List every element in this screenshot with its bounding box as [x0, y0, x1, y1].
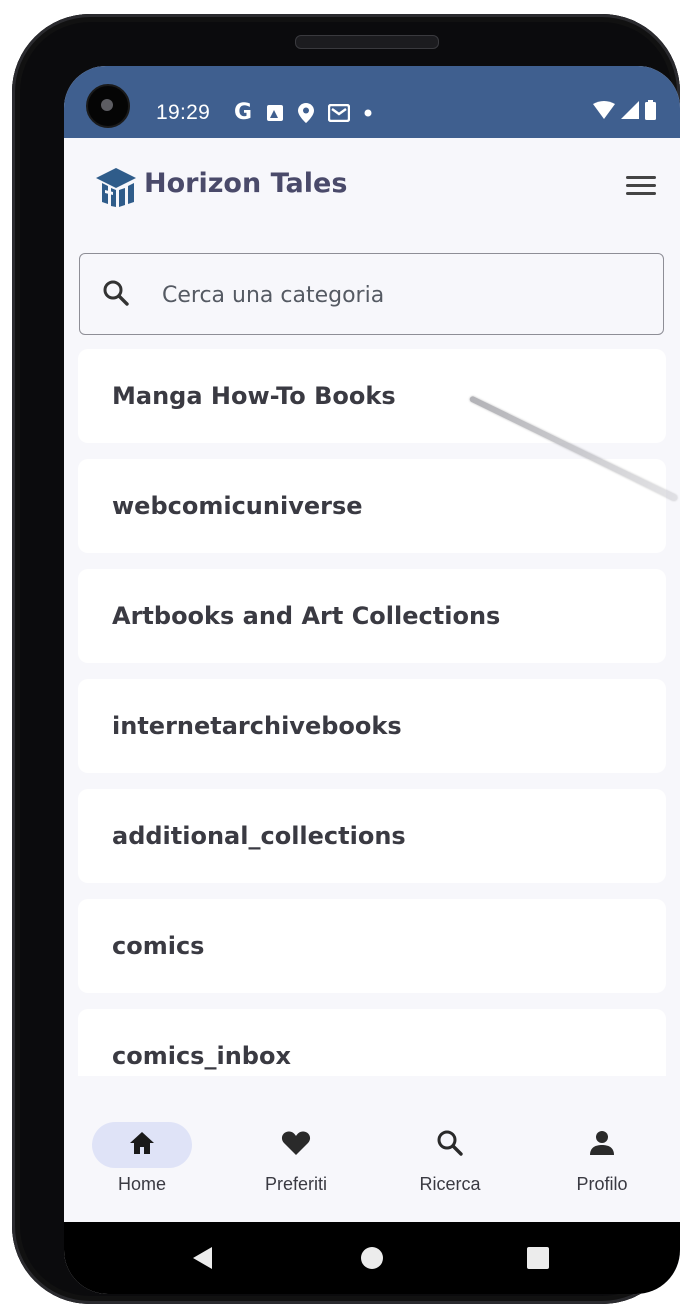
category-item[interactable]: internetarchivebooks: [78, 679, 666, 773]
speaker-grille: [295, 35, 439, 49]
signal-icon: [621, 101, 639, 124]
category-item[interactable]: Manga How-To Books: [78, 349, 666, 443]
category-label: Artbooks and Art Collections: [112, 602, 501, 630]
search-icon: [102, 279, 130, 312]
nav-search[interactable]: Ricerca: [390, 1122, 510, 1212]
phone-frame: 19:29 G Horizon Tales Cerca una categori…: [12, 14, 680, 1304]
recents-button[interactable]: [526, 1246, 550, 1275]
category-item[interactable]: webcomicuniverse: [78, 459, 666, 553]
category-label: Manga How-To Books: [112, 382, 396, 410]
nav-favorites[interactable]: Preferiti: [236, 1122, 356, 1212]
status-bar: 19:29 G: [64, 66, 680, 138]
category-label: webcomicuniverse: [112, 492, 363, 520]
google-icon: G: [234, 100, 253, 125]
nav-profile-label: Profilo: [576, 1174, 628, 1194]
dot-icon: [364, 109, 372, 117]
search-icon: [436, 1129, 464, 1162]
nav-profile[interactable]: Profilo: [542, 1122, 662, 1212]
category-label: internetarchivebooks: [112, 712, 402, 740]
status-left-icons: G: [234, 100, 372, 125]
location-icon: [298, 102, 315, 123]
category-item[interactable]: additional_collections: [78, 789, 666, 883]
app-bar: Horizon Tales: [64, 138, 680, 234]
category-label: comics: [112, 932, 205, 960]
system-navigation-bar: [64, 1222, 680, 1294]
category-label: additional_collections: [112, 822, 406, 850]
wifi-icon: [593, 101, 615, 124]
horizon-tales-logo-icon: [92, 162, 140, 210]
category-item[interactable]: comics: [78, 899, 666, 993]
photo-icon: [266, 104, 284, 122]
nav-favorites-label: Preferiti: [264, 1174, 327, 1194]
menu-button[interactable]: [624, 172, 658, 200]
nav-home-label: Home: [117, 1174, 166, 1194]
hamburger-icon: [624, 176, 658, 195]
search-field[interactable]: [79, 253, 664, 335]
front-camera: [86, 84, 130, 128]
status-right-icons: [593, 100, 656, 125]
mail-icon: [328, 103, 351, 122]
nav-home[interactable]: Home: [82, 1122, 202, 1212]
nav-search-label: Ricerca: [419, 1174, 481, 1194]
category-list[interactable]: Manga How-To Books webcomicuniverse Artb…: [78, 349, 666, 1076]
screen: 19:29 G Horizon Tales Cerca una categori…: [64, 66, 680, 1294]
battery-icon: [645, 100, 656, 125]
category-item[interactable]: Artbooks and Art Collections: [78, 569, 666, 663]
category-label: comics_inbox: [112, 1042, 291, 1070]
bottom-navigation: Home Preferiti Ricerca Profilo: [64, 1076, 680, 1222]
app-title: Horizon Tales: [144, 168, 348, 199]
heart-icon: [281, 1130, 311, 1161]
home-icon: [129, 1131, 155, 1160]
category-item[interactable]: comics_inbox: [78, 1009, 666, 1076]
back-button[interactable]: [192, 1246, 214, 1275]
nav-home-indicator: [92, 1122, 192, 1168]
status-time: 19:29: [156, 101, 211, 124]
home-button[interactable]: [360, 1246, 384, 1275]
person-icon: [589, 1130, 615, 1161]
search-input[interactable]: [160, 274, 634, 316]
